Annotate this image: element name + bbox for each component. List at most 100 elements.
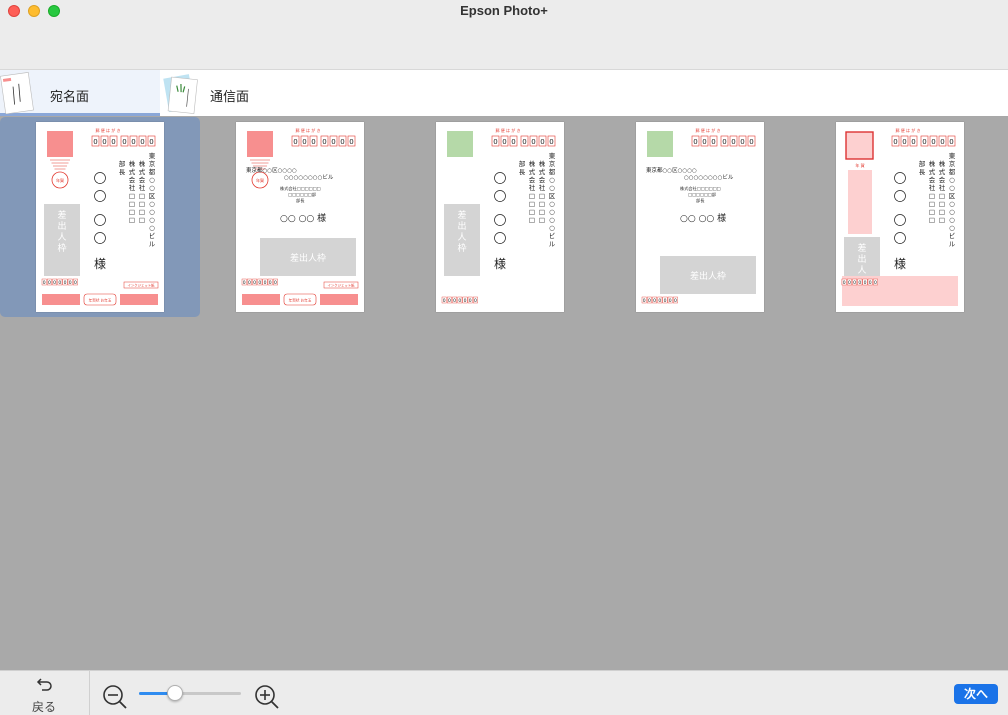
recipient-address-char: □ (939, 192, 945, 200)
next-button[interactable]: 次へ (954, 684, 998, 704)
recipient-address-char: □ (139, 216, 145, 224)
nenga-seal-label: 年賀 (256, 177, 264, 183)
sender-postal-digit: 0 (464, 298, 467, 304)
sender-postal-digit: 0 (264, 280, 267, 286)
template-thumbnail-1[interactable]: 郵 便 は が き 0 0 0 0 0 0 0 年賀東京都 ○ ○ 区 ○ ○ ○ ○ ビル株式会社 □ □ □ □ 株式… (0, 117, 200, 317)
recipient-address-char: 式 (929, 167, 936, 176)
postal-code-digit: 0 (540, 138, 544, 146)
postal-code-digit: 0 (922, 138, 926, 146)
sender-box-label: 人 (457, 232, 466, 243)
sender-postal-digit: 0 (848, 280, 851, 286)
recipient-address-char: 長 (919, 168, 926, 176)
sender-postal-digit: 0 (74, 280, 77, 286)
recipient-name-placeholder (494, 214, 506, 226)
recipient-address-char: 社 (929, 183, 936, 192)
postcard-drawing: 郵 便 は が き0 0 0 0 0 0 0東京都○○区○○○○○○○○○○○○ビル株式会社… (641, 127, 756, 304)
recipient-address-char: 部 (919, 159, 926, 168)
recipient-address-char: □ (129, 200, 135, 208)
honorific: 様 (94, 257, 106, 271)
recipient-address-char: □ (939, 208, 945, 216)
sender-postal-digit: 0 (258, 280, 261, 286)
under-stamp-label: 年 賀 (855, 162, 864, 168)
recipient-address-char: □ (529, 216, 535, 224)
bottom-bar: 戻る 次へ (0, 670, 1008, 715)
sender-postal-digit: 0 (669, 298, 672, 304)
template-thumbnail-5[interactable]: 郵 便 は が き0000000年 賀東京都 ○ ○ 区 ○ ○ ○ ○ ビル株式会社 □ □ □ □ 株… (800, 117, 1000, 317)
recipient-address-char: □ (929, 216, 935, 224)
sender-postal-digit: 0 (448, 298, 451, 304)
recipient-title-line: 部長 (696, 197, 705, 204)
recipient-address-char: 式 (939, 167, 946, 176)
sender-postal-digit: 0 (58, 280, 61, 286)
recipient-name-placeholder (94, 190, 106, 202)
postcard-preview: 郵 便 は が き 0 0 0 0 0 0 0 年賀 東京都○○区○○○○ ○○○○○○○○ビル 株式… (236, 122, 364, 312)
zoom-slider[interactable] (139, 685, 241, 701)
sender-postal-digit: 0 (443, 298, 446, 304)
recipient-address-char: 東 (149, 151, 156, 160)
recipient-address-char: 株 (139, 159, 146, 168)
recipient-address-char: ○ (149, 216, 155, 224)
postal-code-digit: 0 (702, 138, 706, 146)
postal-code-digit: 0 (293, 138, 297, 146)
postal-code-digit: 0 (340, 138, 344, 146)
tab-message-side[interactable]: 通信面 (160, 70, 320, 116)
postal-code-digit: 0 (531, 138, 535, 146)
postal-code-digit: 0 (893, 138, 897, 146)
recipient-address-char: 株 (929, 159, 936, 168)
recipient-dept-line: □□□□□□部 (288, 191, 316, 198)
postcard-drawing: 郵 便 は が き0 0 0 0 0 0 0年 賀東京都○○区○○○○ビル株式会社□□□□株… (841, 127, 958, 306)
recipient-address-char: ○ (549, 176, 555, 184)
lottery-badge-label: 年賀状 お年玉 (289, 298, 312, 303)
zoom-out-icon[interactable] (101, 683, 129, 711)
sender-postal-digit: 0 (53, 280, 56, 286)
recipient-name-placeholder (894, 190, 906, 202)
inkjet-logo-label: インクジェット紙 (327, 283, 355, 288)
recipient-address-char: □ (929, 208, 935, 216)
window-title: Epson Photo+ (460, 3, 548, 18)
recipient-address-char: ル (149, 240, 156, 248)
zoom-in-icon[interactable] (253, 683, 281, 711)
recipient-name-placeholder (94, 172, 106, 184)
recipient-address-char: □ (939, 200, 945, 208)
stamp-area (447, 131, 473, 157)
recipient-address-char: 会 (529, 175, 536, 184)
recipient-dept-line: □□□□□□部 (688, 191, 716, 198)
back-button[interactable]: 戻る (0, 671, 90, 715)
template-thumbnail-4[interactable]: 郵 便 は が き 0 0 0 0 0 0 0 東京都○○区○○○○ ○○○○○○○○ビル 株式会社… (600, 117, 800, 317)
recipient-name-placeholder (494, 232, 506, 244)
zoom-slider-handle[interactable] (166, 685, 183, 701)
template-thumbnail-3[interactable]: 郵 便 は が き 0 0 0 0 0 0 0 東京都 ○ ○ 区 ○ ○ ○ ○ ビル株式会社 □ □ □ □ 株式会社… (400, 117, 600, 317)
sender-postal-digit: 0 (858, 280, 861, 286)
recipient-address-char: ビ (549, 231, 556, 240)
sender-postal-digit: 0 (674, 298, 677, 304)
recipient-address-char: 都 (549, 168, 556, 176)
postal-code-digit: 0 (749, 138, 753, 146)
recipient-address-char: ○ (149, 176, 155, 184)
recipient-name-placeholder (894, 214, 906, 226)
recipient-address-char: 東 (949, 151, 956, 160)
sender-postal-digit: 0 (248, 280, 251, 286)
postcard-preview: 郵 便 は が き 0 0 0 0 0 0 0 東京都○○区○○○○ ○○○○○○○○ビル 株式会社… (636, 122, 764, 312)
recipient-address-char: 社 (539, 183, 546, 192)
recipient-address-char: □ (539, 200, 545, 208)
recipient-address-line: ○○○○○○○○ビル (284, 173, 334, 181)
recipient-address-char: □ (129, 208, 135, 216)
lottery-badge-label: 年賀状 お年玉 (89, 298, 112, 303)
sender-box-label: 出 (457, 220, 466, 232)
recipient-address-char: ○ (949, 224, 955, 232)
postal-code-digit: 0 (740, 138, 744, 146)
template-thumbnail-2[interactable]: 郵 便 は が き 0 0 0 0 0 0 0 年賀 東京都○○区○○○○ ○○○○○○○○ビル 株式… (200, 117, 400, 317)
recipient-address-char: ○ (949, 176, 955, 184)
tab-address-side[interactable]: 宛名面 (0, 70, 160, 116)
recipient-name-placeholder (94, 214, 106, 226)
recipient-address-char: □ (529, 200, 535, 208)
recipient-address-char: ○ (949, 216, 955, 224)
recipient-address-char: 社 (139, 183, 146, 192)
recipient-address-char: ○ (149, 184, 155, 192)
recipient-address-char: ○ (949, 184, 955, 192)
postal-code-digit: 0 (549, 138, 553, 146)
recipient-address-char: ○ (949, 200, 955, 208)
sender-postal-digit: 0 (253, 280, 256, 286)
recipient-address-char: ○ (149, 208, 155, 216)
recipient-address-char: 都 (149, 168, 156, 176)
